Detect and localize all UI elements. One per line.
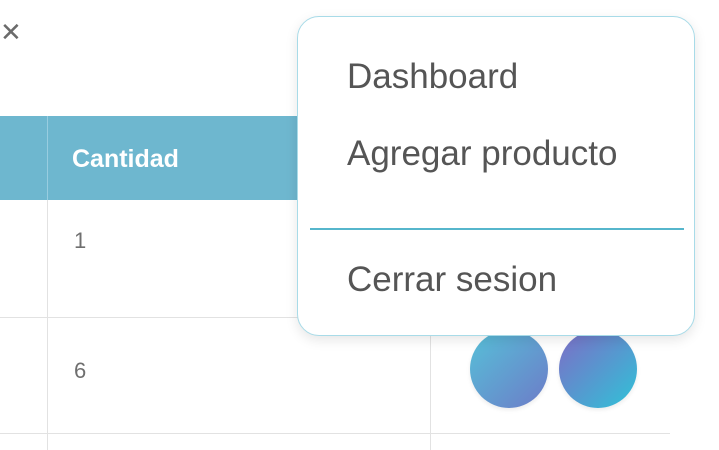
- menu-divider: [310, 228, 684, 230]
- delete-button[interactable]: [559, 330, 637, 408]
- menu-item-dashboard[interactable]: Dashboard: [347, 57, 518, 97]
- cell-cantidad: 1: [74, 228, 87, 253]
- menu-item-agregar-producto[interactable]: Agregar producto: [347, 134, 617, 174]
- menu-item-cerrar-sesion[interactable]: Cerrar sesion: [347, 260, 557, 300]
- page: ✕ Cantidad 1 6 Dashboard Agregar product…: [0, 0, 719, 450]
- header-divider: [47, 116, 48, 200]
- cell-cantidad: 6: [74, 358, 87, 383]
- column-header-cantidad: Cantidad: [72, 145, 179, 173]
- user-dropdown-menu: Dashboard Agregar producto Cerrar sesion: [297, 16, 695, 336]
- close-icon[interactable]: ✕: [0, 18, 22, 48]
- table-row: [0, 434, 670, 450]
- edit-button[interactable]: [470, 330, 548, 408]
- column-divider: [47, 200, 48, 450]
